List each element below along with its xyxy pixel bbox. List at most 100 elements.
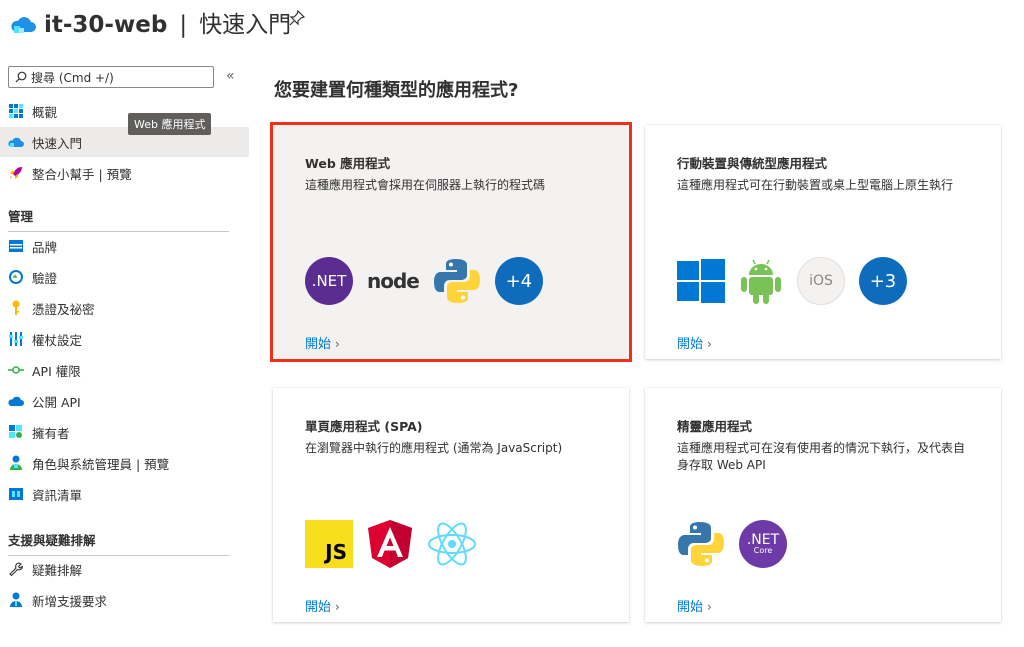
sidebar-item-manifest[interactable]: 資訊清單 xyxy=(0,479,249,509)
sidebar-item-label: 擁有者 xyxy=(32,425,70,441)
sidebar-item-owners[interactable]: 擁有者 xyxy=(0,417,249,447)
section-support: 支援與疑難排解 xyxy=(8,530,229,556)
search-input[interactable]: 搜尋 (Cmd +/) xyxy=(8,66,214,88)
search-placeholder: 搜尋 (Cmd +/) xyxy=(31,70,114,85)
app-registration-icon xyxy=(11,17,36,33)
page-header: it-30-web | 快速入門 xyxy=(0,0,1024,50)
sidebar-item-label: 公開 API xyxy=(32,394,81,410)
card-description: 這種應用程式可在行動裝置或桌上型電腦上原生執行 xyxy=(677,178,954,192)
dotnet-core-icon: .NET Core xyxy=(739,520,787,568)
card-title: Web 應用程式 xyxy=(305,156,391,171)
sidebar: 搜尋 (Cmd +/) « 概觀 快速入門 整合小幫手 | 預覽 管理 品牌 驗… xyxy=(0,60,250,647)
search-icon xyxy=(15,71,27,83)
collapse-sidebar-icon[interactable]: « xyxy=(226,68,235,84)
sidebar-item-label: 新增支援要求 xyxy=(32,593,108,609)
tooltip: Web 應用程式 xyxy=(128,113,212,135)
sidebar-item-api-permissions[interactable]: API 權限 xyxy=(0,355,249,385)
dotnet-icon: .NET xyxy=(305,257,353,305)
card-web-app[interactable]: Web 應用程式 這種應用程式會採用在伺服器上執行的程式碼 .NET node … xyxy=(270,122,632,362)
android-icon xyxy=(741,259,781,304)
grid-icon xyxy=(8,103,24,119)
sidebar-item-overview[interactable]: 概觀 xyxy=(0,96,249,126)
chevron-right-icon: › xyxy=(707,600,712,614)
link-label: 開始 xyxy=(305,600,332,615)
rocket-icon xyxy=(8,165,24,181)
card-title: 單頁應用程式 (SPA) xyxy=(305,419,423,434)
get-started-link[interactable]: 開始 › xyxy=(677,333,712,352)
more-platforms-badge: +3 xyxy=(859,257,907,305)
sidebar-item-roles-admins[interactable]: 角色與系統管理員 | 預覽 xyxy=(0,448,249,478)
react-icon xyxy=(428,522,476,566)
page-title: it-30-web | 快速入門 xyxy=(44,5,291,39)
owner-icon xyxy=(8,424,24,440)
wrench-icon xyxy=(8,561,24,577)
main-heading: 您要建置何種類型的應用程式? xyxy=(274,80,519,101)
get-started-link[interactable]: 開始 › xyxy=(305,333,340,352)
token-icon xyxy=(8,331,24,347)
card-spa[interactable]: 單頁應用程式 (SPA) 在瀏覽器中執行的應用程式 (通常為 JavaScrip… xyxy=(273,388,629,622)
link-label: 開始 xyxy=(677,600,704,615)
api-icon xyxy=(8,362,24,378)
sidebar-item-troubleshoot[interactable]: 疑難排解 xyxy=(0,554,249,584)
auth-icon xyxy=(8,269,24,285)
sidebar-item-authentication[interactable]: 驗證 xyxy=(0,262,249,292)
get-started-link[interactable]: 開始 › xyxy=(677,596,712,615)
card-icons: .NET Core xyxy=(677,518,787,570)
get-started-link[interactable]: 開始 › xyxy=(305,596,340,615)
sidebar-item-label: 疑難排解 xyxy=(32,562,83,578)
card-icons: .NET node +4 xyxy=(305,255,543,307)
ios-icon: iOS xyxy=(797,257,845,305)
angular-icon xyxy=(368,520,412,568)
dotnet-core-sublabel: Core xyxy=(753,546,773,555)
dotnet-core-label: .NET xyxy=(746,532,780,548)
sidebar-item-expose-api[interactable]: 公開 API xyxy=(0,386,249,416)
javascript-icon: JS xyxy=(305,520,353,568)
card-description: 這種應用程式可在沒有使用者的情況下執行，及代表自身存取 Web API xyxy=(677,441,966,472)
card-daemon[interactable]: 精靈應用程式 這種應用程式可在沒有使用者的情況下執行，及代表自身存取 Web A… xyxy=(645,388,1001,622)
role-icon xyxy=(8,455,24,471)
sidebar-item-label: 驗證 xyxy=(32,270,58,286)
sidebar-item-label: 資訊清單 xyxy=(32,487,83,503)
card-title: 精靈應用程式 xyxy=(677,419,753,434)
card-description: 這種應用程式會採用在伺服器上執行的程式碼 xyxy=(305,178,546,192)
chevron-right-icon: › xyxy=(335,337,340,351)
sidebar-item-new-support-request[interactable]: 新增支援要求 xyxy=(0,585,249,615)
sidebar-item-label: 整合小幫手 | 預覽 xyxy=(32,166,132,182)
card-icons: JS xyxy=(305,518,477,570)
key-icon xyxy=(8,300,24,316)
python-icon xyxy=(433,259,480,303)
nodejs-icon: node xyxy=(367,269,420,293)
sidebar-item-label: API 權限 xyxy=(32,363,81,379)
sidebar-item-label: 憑證及祕密 xyxy=(32,301,95,317)
card-description: 在瀏覽器中執行的應用程式 (通常為 JavaScript) xyxy=(305,441,563,455)
page-name: 快速入門 xyxy=(199,12,292,38)
link-label: 開始 xyxy=(305,337,332,352)
windows-icon xyxy=(677,259,725,303)
sidebar-item-label: 概觀 xyxy=(32,104,58,120)
chevron-right-icon: › xyxy=(335,600,340,614)
card-title: 行動裝置與傳統型應用程式 xyxy=(677,156,828,171)
sidebar-item-quickstart[interactable]: 快速入門 xyxy=(0,127,249,157)
branding-icon xyxy=(8,238,24,254)
link-label: 開始 xyxy=(677,337,704,352)
support-icon xyxy=(8,592,24,608)
sidebar-item-label: 角色與系統管理員 | 預覽 xyxy=(32,456,170,472)
pin-icon[interactable] xyxy=(288,9,306,27)
sidebar-item-branding[interactable]: 品牌 xyxy=(0,231,249,261)
sidebar-item-integration-assistant[interactable]: 整合小幫手 | 預覽 xyxy=(0,158,249,188)
card-icons: iOS +3 xyxy=(677,255,907,307)
sidebar-item-label: 品牌 xyxy=(32,239,58,255)
section-manage: 管理 xyxy=(8,206,229,232)
sidebar-item-label: 權杖設定 xyxy=(32,332,83,348)
chevron-right-icon: › xyxy=(707,337,712,351)
cloud-api-icon xyxy=(8,393,24,409)
app-name: it-30-web xyxy=(44,12,168,38)
sidebar-item-certificates[interactable]: 憑證及祕密 xyxy=(0,293,249,323)
more-frameworks-badge: +4 xyxy=(494,257,543,305)
sidebar-item-token-config[interactable]: 權杖設定 xyxy=(0,324,249,354)
card-mobile-desktop[interactable]: 行動裝置與傳統型應用程式 這種應用程式可在行動裝置或桌上型電腦上原生執行 iOS… xyxy=(645,125,1001,359)
sidebar-item-label: 快速入門 xyxy=(32,135,83,151)
title-separator: | xyxy=(179,12,188,38)
cloud-icon xyxy=(8,134,24,150)
manifest-icon xyxy=(8,486,24,502)
